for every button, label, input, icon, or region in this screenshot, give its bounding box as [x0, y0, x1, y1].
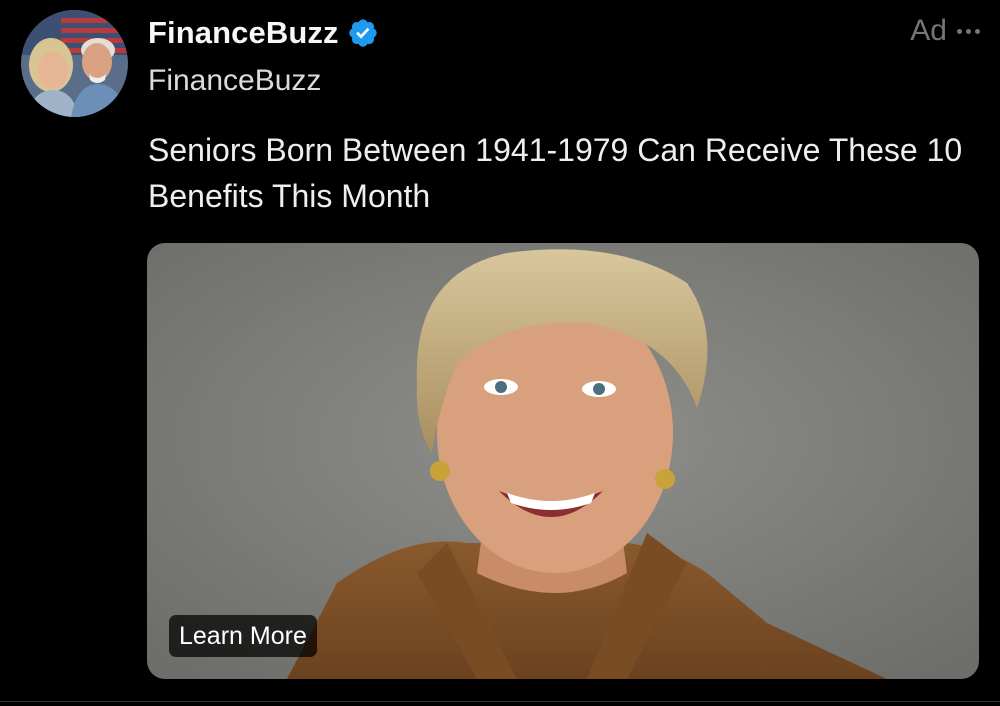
more-horizontal-icon[interactable] — [957, 16, 980, 46]
verified-badge-icon — [347, 17, 379, 49]
post-text: Seniors Born Between 1941-1979 Can Recei… — [148, 132, 963, 214]
author-avatar[interactable] — [21, 10, 128, 117]
couple-avatar-icon — [21, 10, 128, 117]
author-handle[interactable]: FinanceBuzz — [148, 64, 321, 98]
smiling-woman-photo — [147, 243, 979, 679]
author-display-name[interactable]: FinanceBuzz — [148, 15, 339, 51]
ad-post[interactable]: FinanceBuzz FinanceBuzz Ad Seniors Born … — [0, 0, 1000, 706]
divider — [0, 701, 1000, 702]
post-media[interactable] — [147, 243, 979, 679]
learn-more-button[interactable]: Learn More — [169, 615, 317, 657]
ad-label: Ad — [910, 14, 947, 47]
